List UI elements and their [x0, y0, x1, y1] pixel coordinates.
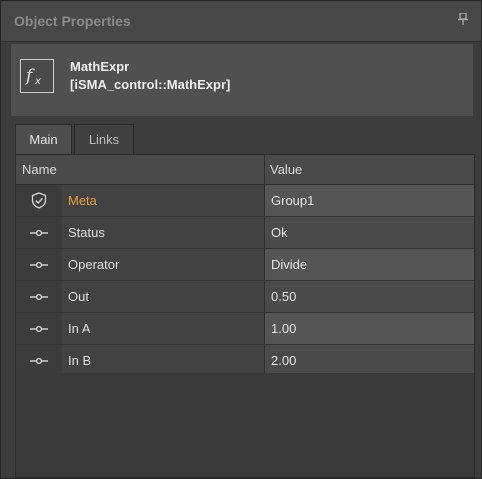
- row-value: 0.50: [271, 289, 297, 304]
- properties-table: Name Value Meta Group1 Status Ok Operato…: [15, 154, 475, 478]
- slot-icon: [16, 217, 62, 248]
- slot-icon: [16, 345, 62, 376]
- tab-links[interactable]: Links: [74, 124, 134, 154]
- fx-icon: f x: [20, 59, 54, 93]
- svg-text:x: x: [34, 76, 41, 87]
- row-name: In B: [68, 353, 92, 368]
- panel-title: Object Properties: [14, 13, 131, 29]
- panel-titlebar: Object Properties: [1, 1, 481, 42]
- column-header-name[interactable]: Name: [22, 162, 57, 177]
- object-name: MathExpr: [70, 59, 130, 74]
- svg-text:f: f: [24, 66, 35, 86]
- row-value: 1.00: [271, 321, 297, 336]
- row-value: Group1: [271, 193, 315, 208]
- table-row-operator[interactable]: Operator Divide: [16, 249, 474, 281]
- tab-bar: Main Links: [15, 124, 475, 154]
- row-value: Divide: [271, 257, 308, 272]
- row-value: Ok: [271, 225, 288, 240]
- tab-main[interactable]: Main: [15, 124, 72, 154]
- column-header-value[interactable]: Value: [270, 162, 302, 177]
- row-value-cell[interactable]: 2.00: [264, 345, 474, 376]
- row-value-cell[interactable]: Ok: [264, 217, 474, 248]
- object-type: [iSMA_control::MathExpr]: [70, 77, 231, 92]
- table-row-in-a[interactable]: In A 1.00: [16, 313, 474, 345]
- row-value-cell[interactable]: Divide: [264, 249, 474, 280]
- column-divider[interactable]: [264, 155, 265, 184]
- row-value: 2.00: [271, 353, 297, 368]
- table-row-out[interactable]: Out 0.50: [16, 281, 474, 313]
- table-row-status[interactable]: Status Ok: [16, 217, 474, 249]
- row-name: Operator: [68, 257, 120, 272]
- row-value-cell[interactable]: 1.00: [264, 313, 474, 344]
- row-name: Meta: [68, 193, 97, 208]
- object-header: f x MathExpr [iSMA_control::MathExpr]: [11, 44, 473, 116]
- object-properties-panel: Object Properties f x MathExpr [iSMA_con…: [0, 0, 482, 479]
- row-value-cell[interactable]: 0.50: [264, 281, 474, 312]
- row-name: Out: [68, 289, 89, 304]
- table-row-meta[interactable]: Meta Group1: [16, 185, 474, 217]
- shield-check-icon: [16, 185, 62, 216]
- table-empty-area: [16, 373, 474, 477]
- table-header: Name Value: [16, 155, 474, 185]
- slot-icon: [16, 281, 62, 312]
- slot-icon: [16, 249, 62, 280]
- row-name: Status: [68, 225, 105, 240]
- pin-icon[interactable]: [458, 12, 470, 27]
- slot-icon: [16, 313, 62, 344]
- row-name: In A: [68, 321, 91, 336]
- row-value-cell[interactable]: Group1: [264, 185, 474, 216]
